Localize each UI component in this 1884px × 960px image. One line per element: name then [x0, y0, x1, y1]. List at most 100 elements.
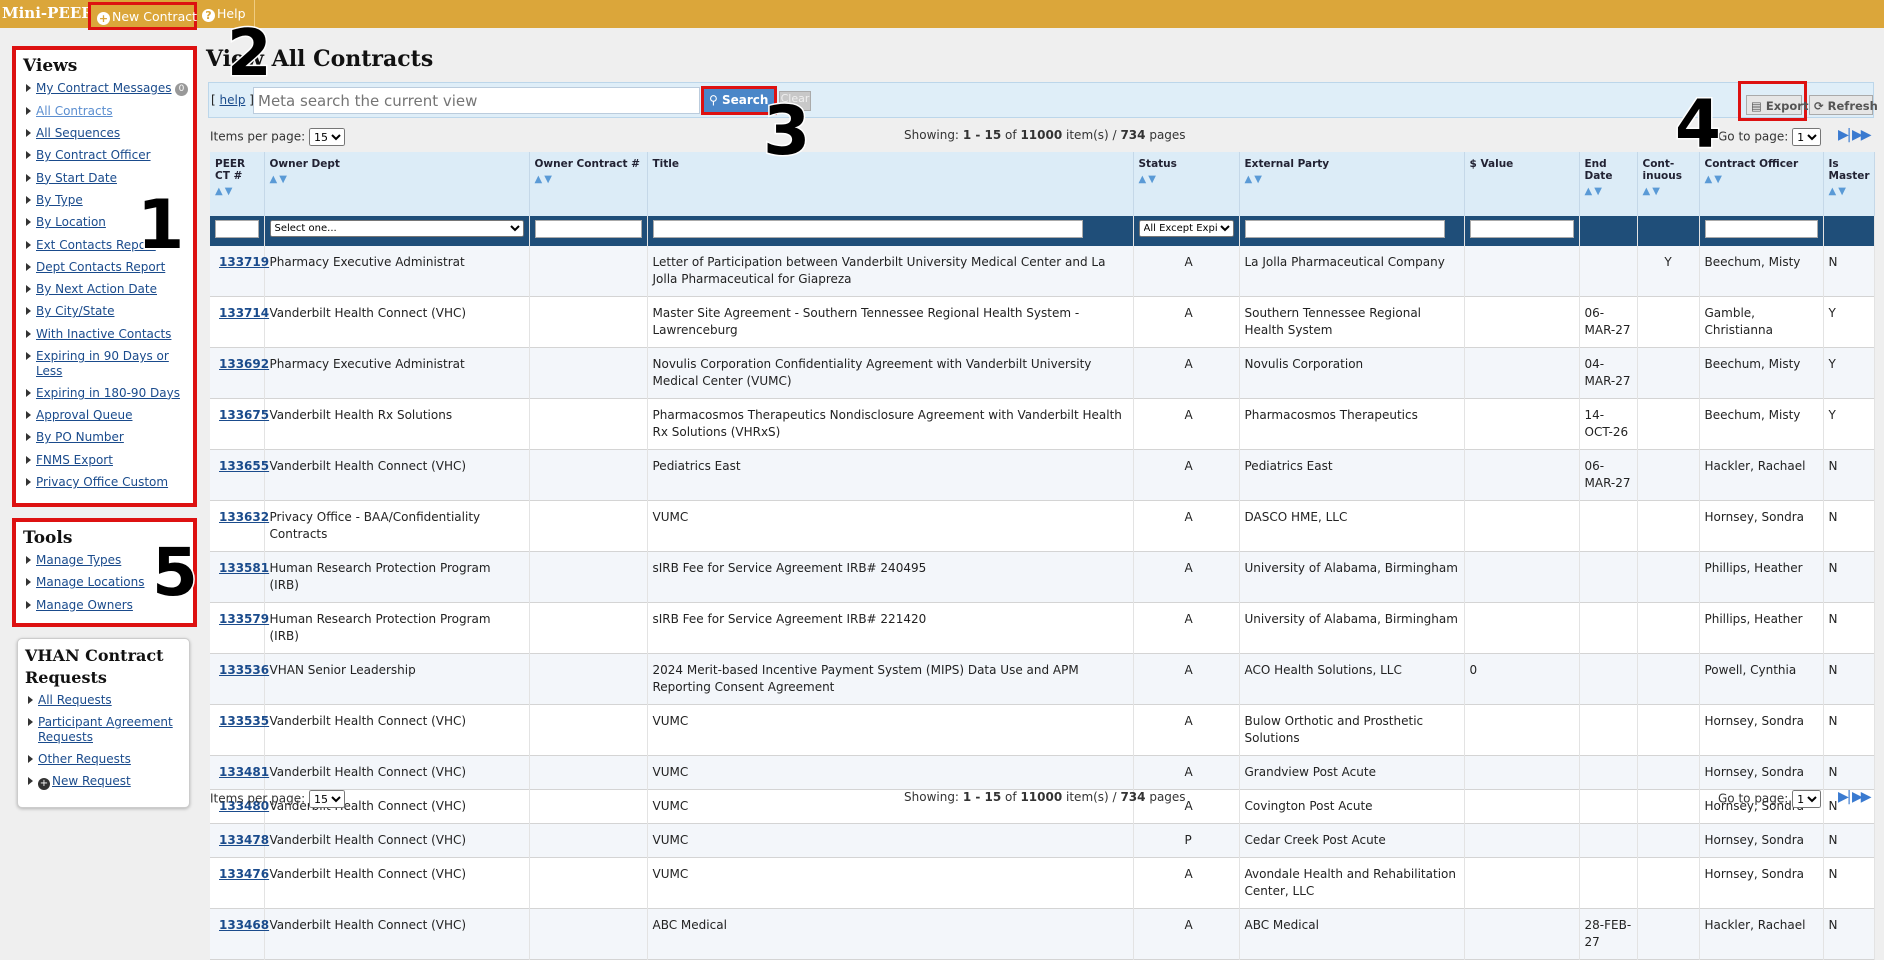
views-link[interactable]: By Next Action Date [36, 282, 157, 296]
table-row[interactable]: 133655 Vanderbilt Health Connect (VHC) Ped… [210, 449, 1875, 501]
table-row[interactable]: 133478 Vanderbilt Health Connect (VHC) VUM… [210, 823, 1875, 858]
contract-id-link[interactable]: 133579 [215, 612, 269, 626]
sort-arrows-icon[interactable]: ▲▼ [1245, 174, 1459, 185]
filter-external-party[interactable] [1244, 219, 1445, 238]
sort-arrows-icon[interactable]: ▲▼ [1585, 186, 1632, 197]
views-item[interactable]: Privacy Office Custom [26, 475, 193, 490]
views-item[interactable]: All Sequences [26, 126, 193, 141]
last-page-icon[interactable]: ▶▶ [1852, 789, 1871, 805]
contract-id-link[interactable]: 133632 [215, 510, 269, 524]
table-row[interactable]: 133535 Vanderbilt Health Connect (VHC) VUM… [210, 704, 1875, 756]
vhan-link[interactable]: Other Requests [38, 752, 131, 766]
filter-owner-contract[interactable] [534, 219, 642, 238]
views-item[interactable]: With Inactive Contacts [26, 327, 193, 342]
views-link[interactable]: Expiring in 180-90 Days [36, 386, 180, 400]
views-link[interactable]: By City/State [36, 304, 114, 318]
views-item[interactable]: By PO Number [26, 430, 193, 445]
views-item[interactable]: FNMS Export [26, 453, 193, 468]
filter-owner-dept[interactable]: Select one... [269, 220, 524, 237]
sort-arrows-icon[interactable]: ▲▼ [1705, 174, 1818, 185]
table-row[interactable]: 133536 VHAN Senior Leadership 2024 Merit-b… [210, 653, 1875, 705]
table-row[interactable]: 133719 Pharmacy Executive Administrat Lett… [210, 246, 1875, 297]
table-row[interactable]: 133692 Pharmacy Executive Administrat Novu… [210, 347, 1875, 399]
contract-id-link[interactable]: 133468 [215, 918, 269, 932]
sort-arrows-icon[interactable]: ▲▼ [535, 174, 642, 185]
views-item[interactable]: Approval Queue [26, 408, 193, 423]
contract-id-link[interactable]: 133719 [215, 255, 269, 269]
contract-id-link[interactable]: 133535 [215, 714, 269, 728]
views-link[interactable]: By Contract Officer [36, 148, 151, 162]
table-row[interactable]: 133675 Vanderbilt Health Rx Solutions Phar… [210, 398, 1875, 450]
export-button[interactable]: ▤ Export [1746, 95, 1808, 115]
table-row[interactable]: 133481 Vanderbilt Health Connect (VHC) VUM… [210, 755, 1875, 790]
goto-page-select[interactable]: 1 [1792, 128, 1822, 146]
filter-peer-ct[interactable] [215, 219, 259, 238]
contract-id-link[interactable]: 133675 [215, 408, 269, 422]
views-item[interactable]: By Contract Officer [26, 148, 193, 163]
last-page-icon[interactable]: ▶▶ [1852, 127, 1871, 143]
vhan-item[interactable]: All Requests [28, 693, 189, 708]
views-item[interactable]: All Contracts [26, 104, 193, 119]
tools-link[interactable]: Manage Locations [36, 575, 145, 589]
views-link[interactable]: Approval Queue [36, 408, 132, 422]
contract-id-link[interactable]: 133476 [215, 867, 269, 881]
sort-arrows-icon[interactable]: ▲▼ [1139, 174, 1234, 185]
tools-link[interactable]: Manage Types [36, 553, 121, 567]
contract-id-link[interactable]: 133536 [215, 663, 269, 677]
filter-value[interactable] [1469, 219, 1574, 238]
app-brand[interactable]: Mini-PEER [2, 4, 94, 22]
goto-page-select[interactable]: 1 [1792, 790, 1822, 808]
views-item[interactable]: By Start Date [26, 171, 193, 186]
table-row[interactable]: 133581 Human Research Protection Program … [210, 551, 1875, 603]
table-row[interactable]: 133632 Privacy Office - BAA/Confidentiali… [210, 500, 1875, 552]
contract-id-link[interactable]: 133481 [215, 765, 269, 779]
sort-arrows-icon[interactable]: ▲▼ [1829, 186, 1869, 197]
views-link[interactable]: All Contracts [36, 104, 113, 118]
views-link[interactable]: FNMS Export [36, 453, 113, 467]
vhan-item[interactable]: Participant Agreement Requests [28, 715, 189, 744]
views-link[interactable]: Privacy Office Custom [36, 475, 168, 489]
vhan-item[interactable]: Other Requests [28, 752, 189, 767]
views-link[interactable]: By Location [36, 215, 106, 229]
new-contract-button[interactable]: + New Contract [88, 2, 197, 30]
contract-id-link[interactable]: 133478 [215, 833, 269, 847]
tools-link[interactable]: Manage Owners [36, 598, 133, 612]
views-item[interactable]: By Next Action Date [26, 282, 193, 297]
views-link[interactable]: By PO Number [36, 430, 124, 444]
table-row[interactable]: 133579 Human Research Protection Program … [210, 602, 1875, 654]
sort-arrows-icon[interactable]: ▲▼ [1643, 186, 1694, 197]
contract-id-link[interactable]: 133655 [215, 459, 269, 473]
views-link[interactable]: My Contract Messages [36, 81, 172, 95]
meta-search-input[interactable] [253, 87, 700, 114]
views-item[interactable]: Expiring in 90 Days or Less [26, 349, 193, 378]
items-per-page-select[interactable]: 15 [308, 128, 345, 146]
views-item[interactable]: By City/State [26, 304, 193, 319]
filter-contract-officer[interactable] [1704, 219, 1818, 238]
contract-id-link[interactable]: 133714 [215, 306, 269, 320]
views-item[interactable]: Expiring in 180-90 Days [26, 386, 193, 401]
table-row[interactable]: 133476 Vanderbilt Health Connect (VHC) VUM… [210, 857, 1875, 909]
views-item[interactable]: My Contract Messages 0 [26, 81, 193, 96]
refresh-button[interactable]: ⟳ Refresh [1809, 95, 1878, 115]
sort-arrows-icon[interactable]: ▲▼ [270, 174, 524, 185]
contract-id-link[interactable]: 133581 [215, 561, 269, 575]
table-row[interactable]: 133714 Vanderbilt Health Connect (VHC) Mas… [210, 296, 1875, 348]
views-link[interactable]: With Inactive Contacts [36, 327, 171, 341]
table-row[interactable]: 133468 Vanderbilt Health Connect (VHC) ABC… [210, 908, 1875, 960]
views-link[interactable]: By Start Date [36, 171, 117, 185]
views-link[interactable]: All Sequences [36, 126, 120, 140]
contract-id-link[interactable]: 133692 [215, 357, 269, 371]
views-link[interactable]: By Type [36, 193, 83, 207]
vhan-item[interactable]: + New Request [28, 774, 189, 791]
next-page-icon[interactable]: ▶| [1838, 127, 1852, 143]
filter-status[interactable]: All Except Expired [1138, 220, 1234, 237]
help-link[interactable]: help [220, 93, 246, 107]
sort-arrows-icon[interactable]: ▲▼ [215, 186, 259, 197]
vhan-link[interactable]: Participant Agreement Requests [38, 715, 173, 744]
views-link[interactable]: Expiring in 90 Days or Less [36, 349, 169, 378]
items-per-page-select[interactable]: 15 [308, 790, 345, 808]
vhan-link[interactable]: All Requests [38, 693, 112, 707]
filter-title[interactable] [652, 219, 1083, 238]
next-page-icon[interactable]: ▶| [1838, 789, 1852, 805]
vhan-link[interactable]: New Request [52, 774, 131, 788]
